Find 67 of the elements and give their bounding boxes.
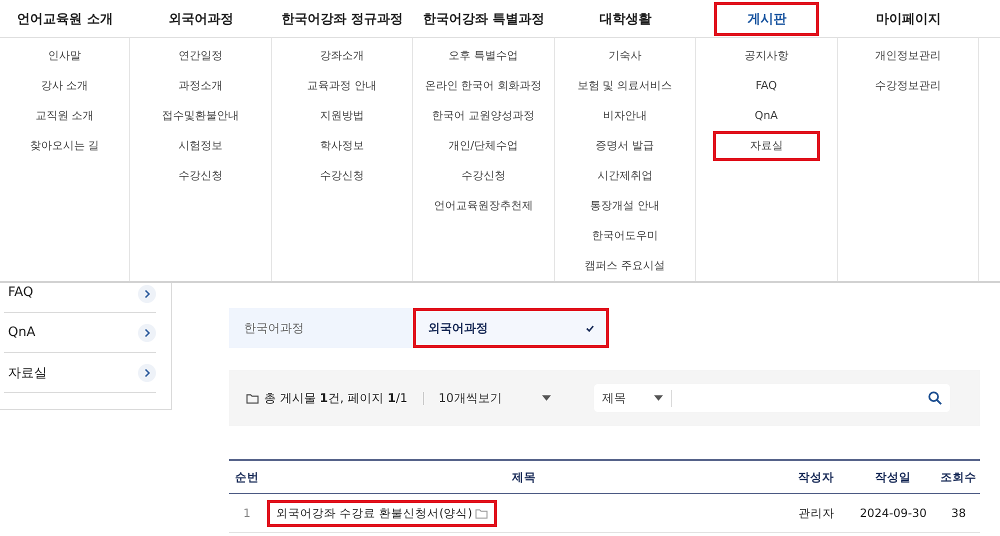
submenu-item[interactable]: 한국어 교원양성과정 (421, 101, 546, 131)
nav-menu-item[interactable]: 한국어강좌 정규과정 (270, 2, 414, 36)
submenu-item[interactable]: 교육과정 안내 (296, 71, 388, 101)
submenu-item[interactable]: 캠퍼스 주요시설 (574, 251, 676, 281)
tab[interactable]: 외국어과정 (413, 308, 609, 348)
page-size-select[interactable]: 10개씩보기 (438, 390, 551, 406)
submenu-item[interactable]: 공지사항 (733, 41, 800, 71)
submenu-item[interactable]: 과정소개 (167, 71, 234, 101)
caret-down-icon (542, 395, 551, 401)
folder-icon (246, 392, 259, 404)
submenu-item[interactable]: FAQ (744, 71, 788, 101)
nav-menu-item[interactable]: 한국어강좌 특별과정 (412, 2, 556, 36)
submenu-item[interactable]: 온라인 한국어 회화과정 (414, 71, 553, 101)
nav-menu-item[interactable]: 게시판 (714, 2, 820, 36)
submenu-item[interactable]: 한국어도우미 (580, 221, 669, 251)
chevron-right-icon (138, 324, 156, 342)
submenu-item[interactable]: 인사말 (37, 41, 92, 71)
submenu-item[interactable]: 학사정보 (308, 131, 375, 161)
submenu-item[interactable]: 보험 및 의료서비스 (566, 71, 684, 101)
submenu-item[interactable]: 자료실 (712, 131, 820, 161)
column-header: 작성자 (798, 470, 834, 484)
search-field-select[interactable]: 제목 (602, 390, 672, 406)
submenu-item[interactable]: 개인/단체수업 (437, 131, 530, 161)
submenu-item[interactable]: 시간제취업 (586, 161, 664, 191)
submenu-item[interactable]: QnA (744, 101, 789, 131)
submenu-item[interactable]: 통장개설 안내 (579, 191, 670, 221)
tab[interactable]: 한국어과정 (229, 308, 413, 348)
nav-menu-item[interactable]: 대학생활 (588, 2, 662, 36)
submenu-item[interactable]: 수강신청 (167, 161, 234, 191)
row-number: 1 (243, 506, 251, 520)
submenu-item[interactable]: 개인정보관리 (864, 41, 952, 71)
submenu-item[interactable]: 언어교육원장추천제 (422, 191, 544, 221)
submenu-item[interactable]: 강좌소개 (308, 41, 375, 71)
search-icon[interactable] (928, 391, 942, 405)
submenu-item[interactable]: 시험정보 (167, 131, 234, 161)
chevron-right-icon (138, 364, 156, 382)
submenu-item[interactable]: 연간일정 (167, 41, 234, 71)
nav-menu-item[interactable]: 마이페이지 (864, 2, 952, 36)
nav-menu-item[interactable]: 외국어과정 (157, 2, 244, 36)
submenu-item[interactable]: 지원방법 (308, 101, 375, 131)
column-header: 조회수 (940, 470, 976, 484)
sidebar-item[interactable]: FAQ (4, 283, 156, 313)
check-icon (586, 324, 594, 332)
submenu-item[interactable]: 강사 소개 (30, 71, 100, 101)
submenu-item[interactable]: 오후 특별수업 (438, 41, 529, 71)
submenu-item[interactable]: 증명서 발급 (584, 131, 665, 161)
caret-down-icon (654, 395, 663, 401)
table-cell: 38 (951, 506, 966, 520)
nav-menu-item[interactable]: 언어교육원 소개 (6, 2, 124, 36)
submenu-item[interactable]: 비자안내 (592, 101, 658, 131)
submenu-item[interactable]: 수강정보관리 (864, 71, 952, 101)
sidebar-item[interactable]: 자료실 (4, 353, 156, 393)
submenu-item[interactable]: 접수및환불안내 (150, 101, 250, 131)
chevron-right-icon (138, 285, 156, 303)
post-title-link[interactable]: 외국어강좌 수강료 환불신청서(양식) (266, 500, 498, 526)
column-header: 작성일 (875, 470, 911, 484)
submenu-item[interactable]: 교직원 소개 (24, 101, 105, 131)
sidebar-item[interactable]: QnA (4, 313, 156, 353)
column-header: 순번 (235, 470, 259, 484)
submenu-item[interactable]: 수강신청 (308, 161, 375, 191)
table-cell: 관리자 (798, 506, 834, 520)
column-header: 제목 (512, 470, 536, 484)
table-cell: 2024-09-30 (860, 506, 927, 520)
post-count-text: 총 게시물 1건, 페이지 1/1 (264, 390, 408, 406)
submenu-item[interactable]: 수강신청 (450, 161, 516, 191)
submenu-item[interactable]: 기숙사 (597, 41, 652, 71)
submenu-item[interactable]: 찾아오시는 길 (18, 131, 110, 161)
